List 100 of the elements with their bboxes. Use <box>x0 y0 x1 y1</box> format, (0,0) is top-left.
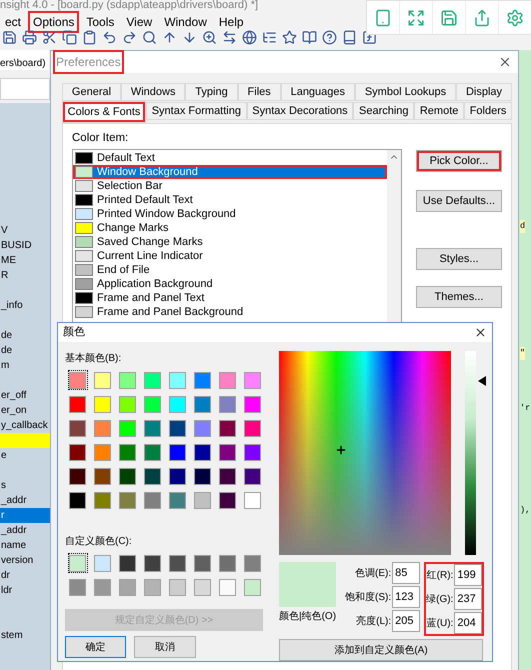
input-field[interactable]: 237 <box>454 588 482 610</box>
color-swatch[interactable] <box>168 553 188 573</box>
share-icon[interactable] <box>473 8 491 26</box>
color-swatch[interactable] <box>192 442 212 462</box>
color-swatch[interactable] <box>192 553 212 573</box>
tab[interactable]: Display <box>456 83 512 101</box>
symbol-item[interactable]: name <box>0 538 50 553</box>
color-swatch[interactable] <box>142 553 162 573</box>
color-swatch[interactable] <box>242 442 262 462</box>
input-field[interactable]: 204 <box>454 612 482 634</box>
tab[interactable]: Typing <box>185 83 238 101</box>
color-swatch[interactable] <box>92 394 112 414</box>
color-swatch[interactable] <box>168 466 188 486</box>
color-swatch[interactable] <box>142 418 162 438</box>
color-swatch[interactable] <box>242 466 262 486</box>
dialog-button[interactable]: Use Defaults... <box>416 190 502 212</box>
symbol-item[interactable]: version <box>0 553 50 568</box>
color-item[interactable]: Saved Change Marks <box>73 235 387 250</box>
color-swatch[interactable] <box>118 553 138 573</box>
color-swatch[interactable] <box>218 370 238 390</box>
color-swatch[interactable] <box>142 466 162 486</box>
color-swatch[interactable] <box>192 370 212 390</box>
color-swatch[interactable] <box>192 394 212 414</box>
clipboard-icon[interactable] <box>82 30 97 45</box>
symbol-item[interactable]: dr <box>0 568 50 583</box>
save-icon[interactable] <box>440 8 458 26</box>
input-field[interactable]: 199 <box>454 564 482 586</box>
crosshair-icon[interactable] <box>335 444 347 456</box>
color-swatch[interactable] <box>242 553 262 573</box>
save-icon[interactable] <box>2 30 17 45</box>
color-swatch[interactable] <box>142 370 162 390</box>
expand-icon[interactable] <box>407 8 425 26</box>
color-swatch[interactable] <box>242 418 262 438</box>
color-swatch[interactable] <box>118 418 138 438</box>
color-swatch[interactable] <box>192 466 212 486</box>
tab[interactable]: General <box>62 83 121 101</box>
menu-item[interactable]: Tools <box>81 11 120 33</box>
dialog-button[interactable]: Pick Color... <box>416 150 502 172</box>
book-icon[interactable] <box>302 30 317 45</box>
symbol-item[interactable]: BUSID <box>0 238 50 253</box>
symbol-item[interactable]: de <box>0 343 50 358</box>
menu-item[interactable]: ect <box>0 11 26 33</box>
symbol-item[interactable]: _info <box>0 298 50 313</box>
color-item[interactable]: Window Background <box>73 165 387 180</box>
color-swatch[interactable] <box>118 490 138 510</box>
color-swatch[interactable] <box>168 370 188 390</box>
color-swatch[interactable] <box>168 490 188 510</box>
symbol-item[interactable]: _addr <box>0 493 50 508</box>
symbol-item[interactable]: m <box>0 358 50 373</box>
color-swatch[interactable] <box>242 370 262 390</box>
color-swatch[interactable] <box>218 577 238 597</box>
color-swatch[interactable] <box>118 370 138 390</box>
symbol-item[interactable]: er_off <box>0 388 50 403</box>
color-swatch[interactable] <box>92 553 112 573</box>
redo-icon[interactable] <box>122 30 137 45</box>
symbol-item[interactable]: R <box>0 268 50 283</box>
color-swatch[interactable] <box>192 577 212 597</box>
color-swatch[interactable] <box>68 394 88 414</box>
tab[interactable]: Searching <box>353 102 414 120</box>
input-field[interactable]: 205 <box>392 610 420 632</box>
close-icon[interactable] <box>498 55 512 69</box>
search-icon[interactable] <box>142 30 157 45</box>
symbol-item[interactable]: ME <box>0 253 50 268</box>
tab[interactable]: Syntax Formatting <box>146 102 247 120</box>
color-swatch[interactable] <box>68 370 88 390</box>
cancel-button[interactable]: 取消 <box>134 636 196 658</box>
color-swatch[interactable] <box>118 577 138 597</box>
color-item[interactable]: Printed Default Text <box>73 193 387 208</box>
color-item[interactable]: Frame and Panel Background <box>73 305 387 320</box>
input-field[interactable]: 85 <box>392 562 420 584</box>
color-swatch[interactable] <box>118 466 138 486</box>
settings-icon[interactable] <box>506 8 524 26</box>
color-swatch[interactable] <box>168 418 188 438</box>
menu-item[interactable]: Help <box>214 11 249 33</box>
color-swatch[interactable] <box>218 394 238 414</box>
tab[interactable]: Symbol Lookups <box>354 83 456 101</box>
close-icon[interactable] <box>474 326 487 339</box>
dialog-button[interactable]: Themes... <box>416 286 502 308</box>
tab[interactable]: Files <box>238 83 281 101</box>
color-swatch[interactable] <box>92 370 112 390</box>
menu-item[interactable]: Window <box>159 11 212 33</box>
book-icon[interactable] <box>342 30 357 45</box>
color-swatch[interactable] <box>142 394 162 414</box>
symbol-item[interactable]: _addr <box>0 523 50 538</box>
color-swatch[interactable] <box>218 466 238 486</box>
tab[interactable]: Colors & Fonts <box>62 101 146 123</box>
tab[interactable]: Folders <box>464 102 512 120</box>
printer-icon[interactable] <box>22 30 37 45</box>
color-swatch[interactable] <box>92 466 112 486</box>
tab[interactable]: Languages <box>280 83 355 101</box>
color-swatch[interactable] <box>142 490 162 510</box>
symbol-item[interactable]: stem <box>0 628 50 643</box>
color-swatch[interactable] <box>68 577 88 597</box>
list-icon[interactable] <box>262 30 277 45</box>
luminance-bar[interactable] <box>465 351 476 555</box>
menu-item[interactable]: View <box>121 11 158 33</box>
color-swatch[interactable] <box>118 442 138 462</box>
symbol-item[interactable]: er_on <box>0 403 50 418</box>
color-swatch[interactable] <box>142 577 162 597</box>
color-swatch[interactable] <box>168 577 188 597</box>
